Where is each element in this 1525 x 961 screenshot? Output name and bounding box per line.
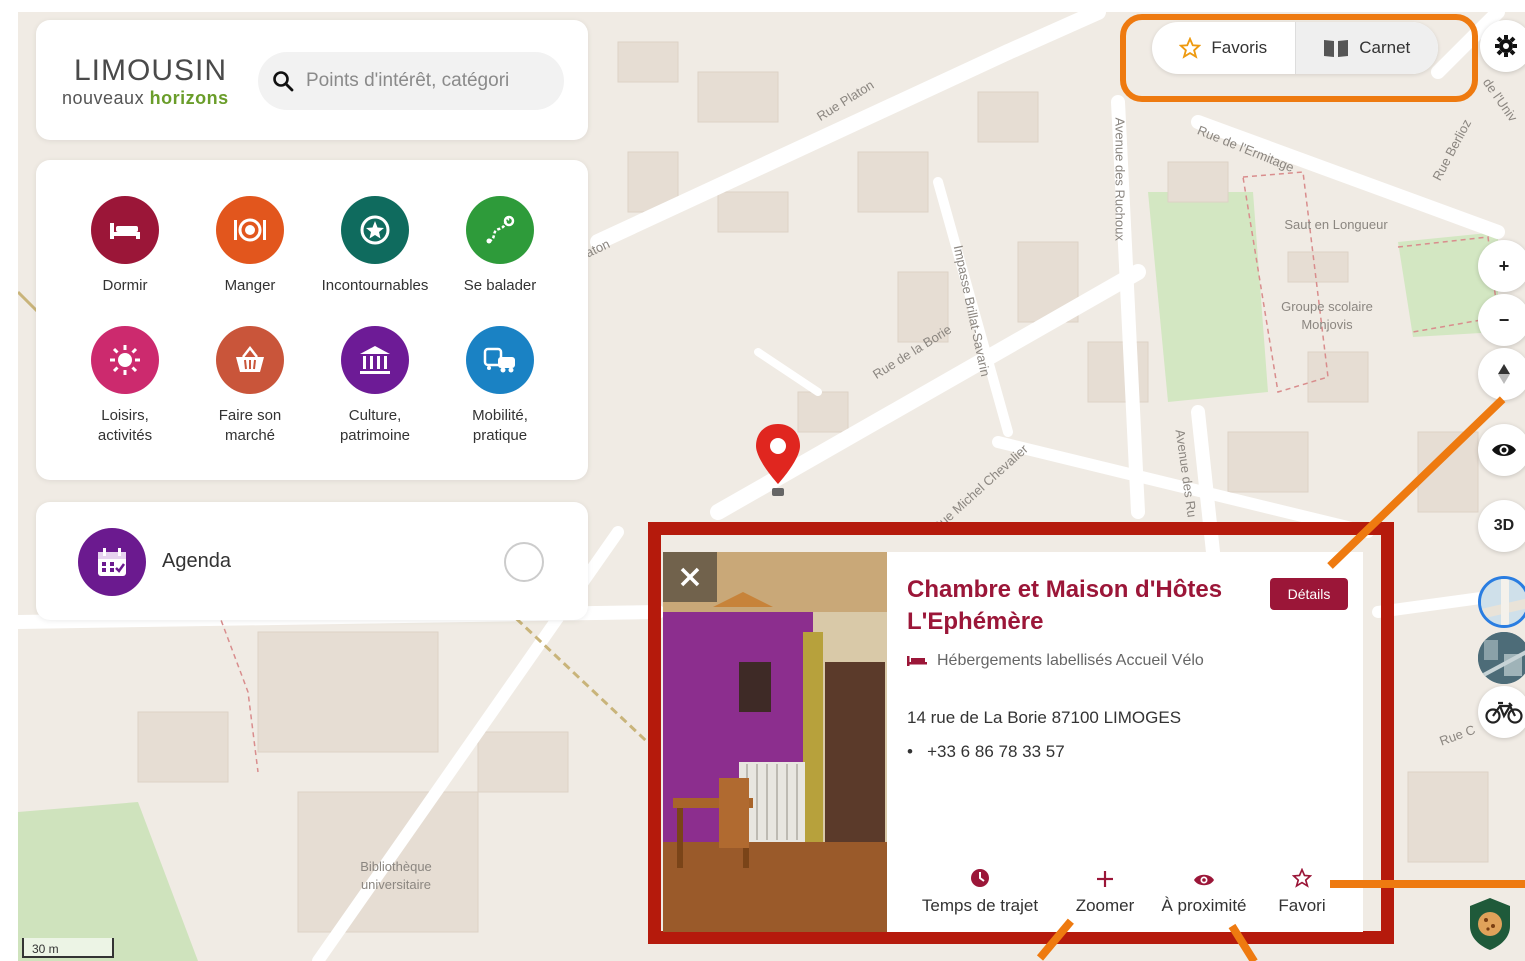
category-label: Manger xyxy=(224,277,276,294)
search-bar[interactable] xyxy=(258,52,564,110)
zoom-out-button[interactable]: − xyxy=(1478,294,1525,346)
category-panel: Dormir Manger Incontournables Se balader… xyxy=(36,160,588,480)
street-label: Avenue des Ruchoux xyxy=(1112,117,1128,241)
search-icon xyxy=(273,71,294,92)
favorite-label: Favori xyxy=(1278,896,1326,915)
map-layer-plan[interactable] xyxy=(1478,576,1525,628)
map-scale: 30 m xyxy=(22,938,114,958)
bed-icon xyxy=(907,656,927,666)
app-screen: Rue Platon Rue de l'Ermitage Rue Berlioz… xyxy=(0,0,1525,961)
nearby-label: À proximité xyxy=(1161,896,1247,915)
zoom-label: Zoomer xyxy=(1075,896,1135,915)
category-label: pratique xyxy=(472,427,528,444)
agenda-label: Agenda xyxy=(162,550,231,572)
map-pin-icon[interactable] xyxy=(754,422,802,498)
star-badge-icon xyxy=(341,196,409,264)
annotation-highlight-toolbar xyxy=(1120,14,1478,102)
zoom-button[interactable]: Zoomer xyxy=(1065,860,1145,916)
category-loisirs[interactable]: Loisirs, activités xyxy=(60,326,190,446)
category-incontournables[interactable]: Incontournables xyxy=(310,196,440,296)
category-label: Mobilité, xyxy=(472,407,528,424)
sun-icon xyxy=(91,326,159,394)
search-input[interactable] xyxy=(306,66,546,96)
poi-groupe-scolaire-line1: Groupe scolaire xyxy=(1281,299,1373,314)
poi-popup-card: Chambre et Maison d'Hôtes L'Ephémère Dét… xyxy=(663,552,1363,932)
satellite-thumbnail-icon xyxy=(1478,632,1525,684)
annotation-line xyxy=(1330,880,1525,888)
category-label: Culture, xyxy=(348,407,402,424)
railway-2 xyxy=(18,290,40,314)
logo-tagline-b: horizons xyxy=(149,88,229,108)
agenda-panel[interactable]: Agenda xyxy=(36,502,588,620)
star-icon xyxy=(1292,868,1312,888)
map-thumbnail-icon xyxy=(1481,579,1525,625)
category-faire-son-marche[interactable]: Faire son marché xyxy=(185,326,315,446)
poi-category: Hébergements labellisés Accueil Vélo xyxy=(907,652,1204,670)
logo-tagline-a: nouveaux xyxy=(62,88,145,108)
category-label: patrimoine xyxy=(339,427,411,444)
agenda-toggle[interactable] xyxy=(504,542,544,582)
basket-icon xyxy=(216,326,284,394)
map-layer-satellite[interactable] xyxy=(1478,632,1525,684)
eye-icon xyxy=(1492,444,1516,456)
close-icon xyxy=(680,567,700,587)
poi-title: Chambre et Maison d'Hôtes L'Ephémère xyxy=(907,576,1223,635)
poi-address: 14 rue de La Borie 87100 LIMOGES xyxy=(907,708,1182,727)
vehicles-icon xyxy=(466,326,534,394)
poi-phone-number[interactable]: +33 6 86 78 33 57 xyxy=(927,742,1065,761)
compass-button[interactable] xyxy=(1478,348,1525,400)
3d-view-button[interactable]: 3D xyxy=(1478,500,1525,552)
route-icon xyxy=(466,196,534,264)
settings-button[interactable] xyxy=(1480,20,1525,72)
compass-icon xyxy=(1498,364,1510,384)
bike-layer-button[interactable] xyxy=(1478,686,1525,738)
category-dormir[interactable]: Dormir xyxy=(60,196,190,296)
category-manger[interactable]: Manger xyxy=(185,196,315,296)
category-label: marché xyxy=(224,427,276,444)
room-photo-illustration xyxy=(663,552,887,932)
logo-wordmark: LIMOUSIN xyxy=(74,54,228,87)
cookie-settings-button[interactable] xyxy=(1466,896,1514,952)
poi-bibliotheque-line1: Bibliothèque xyxy=(360,859,432,874)
poi-category-label: Hébergements labellisés Accueil Vélo xyxy=(937,652,1204,669)
category-se-balader[interactable]: Se balader xyxy=(435,196,565,296)
plate-icon xyxy=(216,196,284,264)
zoom-in-button[interactable]: + xyxy=(1478,240,1525,292)
category-label: Se balader xyxy=(463,277,537,294)
category-mobilite[interactable]: Mobilité, pratique xyxy=(435,326,565,446)
calendar-icon xyxy=(78,528,146,596)
travel-time-button[interactable]: Temps de trajet xyxy=(915,860,1045,916)
eye-icon xyxy=(1194,874,1214,886)
header-panel: LIMOUSIN nouveaux horizons xyxy=(36,20,588,140)
category-label: Dormir xyxy=(102,277,148,294)
bicycle-icon xyxy=(1485,701,1523,724)
plus-icon xyxy=(1097,871,1113,887)
category-label: Loisirs, xyxy=(101,407,149,424)
poi-phone: • +33 6 86 78 33 57 xyxy=(907,742,1065,761)
category-label: Faire son xyxy=(218,407,282,424)
nearby-button[interactable]: À proximité xyxy=(1153,860,1255,916)
clock-icon xyxy=(971,869,989,887)
cookie-shield-icon xyxy=(1470,898,1510,950)
close-popup-button[interactable] xyxy=(663,552,717,602)
museum-icon xyxy=(341,326,409,394)
category-label: activités xyxy=(97,427,153,444)
poi-saut-longueur: Saut en Longueur xyxy=(1284,217,1388,232)
bed-icon xyxy=(91,196,159,264)
gear-icon xyxy=(1495,35,1517,57)
details-button[interactable]: Détails xyxy=(1270,578,1348,610)
visibility-button[interactable] xyxy=(1478,424,1525,476)
logo-tagline: nouveaux horizons xyxy=(62,88,229,109)
poi-photo xyxy=(663,552,887,932)
favorite-button[interactable]: Favori xyxy=(1267,860,1337,916)
category-label: Incontournables xyxy=(321,277,429,294)
category-culture[interactable]: Culture, patrimoine xyxy=(310,326,440,446)
poi-groupe-scolaire-line2: Monjovis xyxy=(1301,317,1353,332)
travel-time-label: Temps de trajet xyxy=(921,896,1039,915)
poi-bibliotheque-line2: universitaire xyxy=(360,877,432,892)
